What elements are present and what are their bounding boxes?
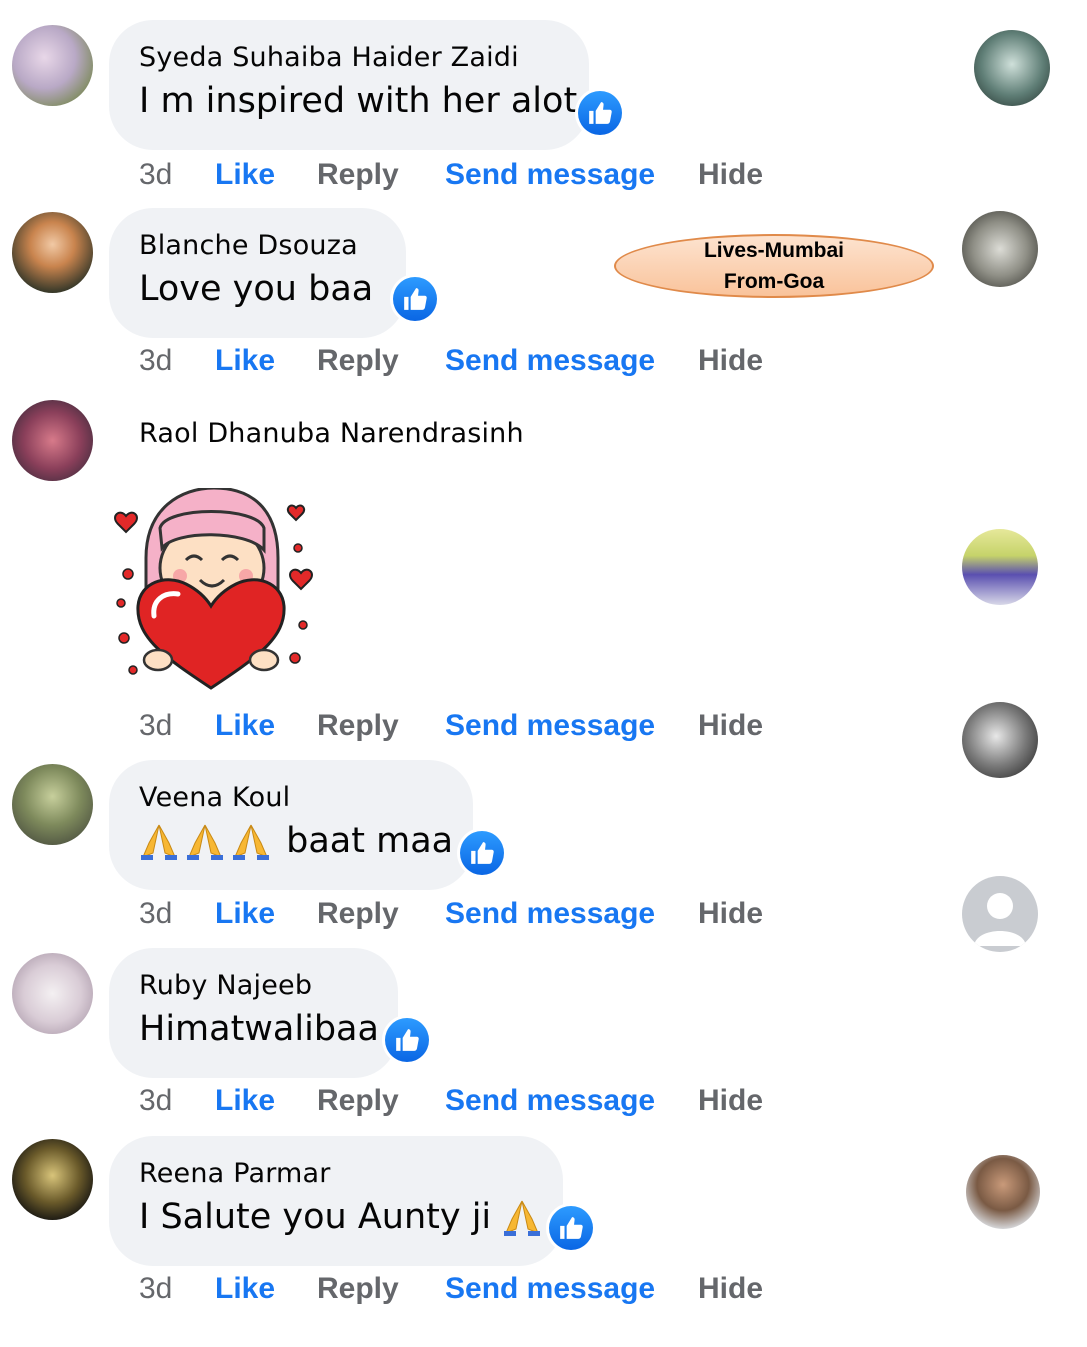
folded-hands-icon (141, 824, 269, 860)
commenter-avatar[interactable] (12, 212, 93, 293)
send-message-button[interactable]: Send message (445, 1084, 698, 1118)
reply-button[interactable]: Reply (317, 709, 445, 743)
hide-button[interactable]: Hide (698, 709, 763, 743)
comment-actions: 3d Like Reply Send message Hide (139, 709, 763, 743)
comment-text-body: I Salute you Aunty ji (139, 1197, 492, 1237)
comment-timestamp[interactable]: 3d (139, 344, 215, 378)
commenter-avatar[interactable] (12, 953, 93, 1034)
comment-actions: 3d Like Reply Send message Hide (139, 344, 763, 378)
like-button[interactable]: Like (215, 1084, 317, 1118)
comment-text: I Salute you Aunty ji (139, 1197, 541, 1237)
reply-button[interactable]: Reply (317, 1084, 445, 1118)
send-message-button[interactable]: Send message (445, 709, 698, 743)
comment-text: Love you baa (139, 269, 374, 309)
commenter-avatar[interactable] (12, 764, 93, 845)
like-reaction-icon[interactable] (382, 1015, 432, 1065)
reactor-avatar[interactable] (962, 211, 1038, 287)
reactor-avatar[interactable] (966, 1155, 1040, 1229)
comment-text: Himatwalibaa (139, 1009, 379, 1049)
like-button[interactable]: Like (215, 1272, 317, 1306)
comment-bubble: Blanche Dsouza Love you baa (109, 208, 406, 338)
comment-author[interactable]: Ruby Najeeb (139, 970, 368, 1001)
comment-actions: 3d Like Reply Send message Hide (139, 1084, 763, 1118)
comment-text: I m inspired with her alot (139, 81, 578, 121)
reactor-avatar[interactable] (962, 529, 1038, 605)
comment-bubble: Syeda Suhaiba Haider Zaidi I m inspired … (109, 20, 589, 150)
comment-bubble: Reena Parmar I Salute you Aunty ji (109, 1136, 563, 1266)
like-reaction-icon[interactable] (457, 828, 507, 878)
send-message-button[interactable]: Send message (445, 1272, 698, 1306)
comment-timestamp[interactable]: 3d (139, 1272, 215, 1306)
hide-button[interactable]: Hide (698, 344, 763, 378)
reactor-avatar[interactable] (962, 702, 1038, 778)
comment-actions: 3d Like Reply Send message Hide (139, 158, 763, 192)
like-button[interactable]: Like (215, 709, 317, 743)
annotation-line: From-Goa (723, 270, 825, 293)
comment-text-body: baat maa (286, 821, 454, 861)
hide-button[interactable]: Hide (698, 1272, 763, 1306)
comment-author[interactable]: Veena Koul (139, 782, 443, 813)
hide-button[interactable]: Hide (698, 1084, 763, 1118)
girl-holding-heart-sticker (114, 488, 313, 690)
like-button[interactable]: Like (215, 897, 317, 931)
reply-button[interactable]: Reply (317, 897, 445, 931)
annotation-line: Lives-Mumbai (703, 239, 845, 262)
hide-button[interactable]: Hide (698, 897, 763, 931)
reply-button[interactable]: Reply (317, 344, 445, 378)
hide-button[interactable]: Hide (698, 158, 763, 192)
send-message-button[interactable]: Send message (445, 344, 698, 378)
comment-actions: 3d Like Reply Send message Hide (139, 1272, 763, 1306)
comment-timestamp[interactable]: 3d (139, 158, 215, 192)
location-annotation-callout: Lives-Mumbai From-Goa (614, 234, 934, 298)
reply-button[interactable]: Reply (317, 1272, 445, 1306)
like-reaction-icon[interactable] (546, 1203, 596, 1253)
commenter-avatar[interactable] (12, 1139, 93, 1220)
comment-timestamp[interactable]: 3d (139, 1084, 215, 1118)
comment-text: baat maa (139, 821, 453, 861)
reply-button[interactable]: Reply (317, 158, 445, 192)
commenter-avatar[interactable] (12, 400, 93, 481)
comment-author[interactable]: Raol Dhanuba Narendrasinh (139, 418, 524, 449)
like-reaction-icon[interactable] (575, 88, 625, 138)
like-button[interactable]: Like (215, 344, 317, 378)
default-profile-icon[interactable] (962, 876, 1038, 952)
comment-actions: 3d Like Reply Send message Hide (139, 897, 763, 931)
comment-timestamp[interactable]: 3d (139, 897, 215, 931)
comment-bubble: Veena Koul baat maa (109, 760, 473, 890)
comment-author[interactable]: Blanche Dsouza (139, 230, 376, 261)
like-reaction-icon[interactable] (390, 274, 440, 324)
comment-author[interactable]: Reena Parmar (139, 1158, 533, 1189)
folded-hands-icon (504, 1200, 541, 1236)
send-message-button[interactable]: Send message (445, 897, 698, 931)
comment-author[interactable]: Syeda Suhaiba Haider Zaidi (139, 42, 559, 73)
comment-timestamp[interactable]: 3d (139, 709, 215, 743)
reactor-avatar[interactable] (974, 30, 1050, 106)
send-message-button[interactable]: Send message (445, 158, 698, 192)
comment-bubble: Ruby Najeeb Himatwalibaa (109, 948, 398, 1078)
commenter-avatar[interactable] (12, 25, 93, 106)
like-button[interactable]: Like (215, 158, 317, 192)
